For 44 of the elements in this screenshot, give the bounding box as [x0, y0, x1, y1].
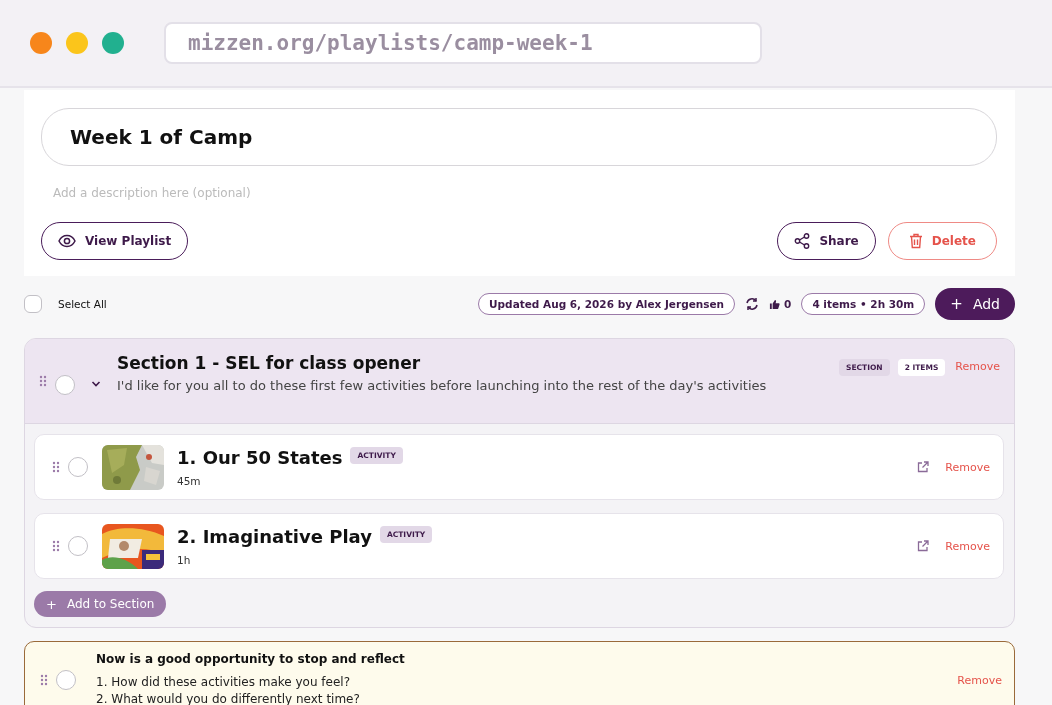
remove-link[interactable]: Remove — [945, 460, 990, 474]
eye-icon — [58, 234, 76, 248]
share-button[interactable]: Share — [777, 222, 876, 260]
maximize-window-icon[interactable] — [102, 32, 124, 54]
refresh-icon[interactable] — [745, 297, 760, 311]
playlist-summary: 4 items • 2h 30m — [801, 293, 926, 315]
updated-info: Updated Aug 6, 2026 by Alex Jergensen — [478, 293, 736, 315]
share-icon — [794, 233, 811, 249]
remove-link[interactable]: Remove — [957, 673, 1002, 687]
note-line: 1. How did these activities make you feel? — [96, 674, 351, 691]
activity-title[interactable]: 2. Imaginative Play — [177, 526, 372, 547]
activity-duration: 45m — [177, 475, 202, 487]
note-title: Now is a good opportunity to stop and reflect — [96, 652, 406, 666]
activity-duration: 1h — [177, 554, 192, 566]
trash-icon — [908, 233, 923, 249]
address-bar[interactable]: mizzen.org/playlists/camp-week-1 — [164, 22, 762, 64]
add-to-section-button[interactable]: + Add to Section — [34, 591, 167, 617]
select-all-checkbox[interactable] — [24, 295, 42, 313]
remove-link[interactable]: Remove — [945, 539, 990, 553]
close-window-icon[interactable] — [30, 32, 52, 54]
thumbs-up-icon[interactable] — [769, 298, 781, 310]
note-line: 2. What would you do differently next time? — [96, 691, 361, 705]
chevron-icon[interactable] — [91, 381, 101, 387]
delete-button[interactable]: Delete — [887, 222, 997, 260]
section-checkbox[interactable] — [55, 375, 75, 395]
section-description: I'd like for you all to do these first few activities before launching into the rest of the day's activities — [117, 378, 768, 393]
drag-handle-icon[interactable] — [52, 540, 60, 552]
remove-link[interactable]: Remove — [955, 360, 1000, 373]
item-checkbox[interactable] — [68, 536, 88, 556]
select-all-label: Select All — [58, 298, 107, 310]
add-button[interactable]: + Add — [935, 288, 1015, 320]
drag-handle-icon[interactable] — [40, 674, 48, 687]
drag-handle-icon[interactable] — [52, 461, 60, 473]
activity-title[interactable]: 1. Our 50 States — [177, 447, 343, 468]
item-checkbox[interactable] — [68, 457, 88, 477]
external-link-icon[interactable] — [917, 540, 930, 552]
note-checkbox[interactable] — [56, 670, 76, 691]
section-title: Section 1 - SEL for class opener — [117, 353, 422, 373]
view-playlist-button[interactable]: View Playlist — [41, 222, 189, 260]
drag-handle-icon[interactable] — [39, 375, 47, 387]
external-link-icon[interactable] — [917, 461, 930, 473]
description-field[interactable]: Add a description here (optional) — [53, 186, 453, 200]
like-count: 0 — [784, 298, 792, 310]
title-field[interactable]: Week 1 of Camp — [41, 108, 997, 166]
